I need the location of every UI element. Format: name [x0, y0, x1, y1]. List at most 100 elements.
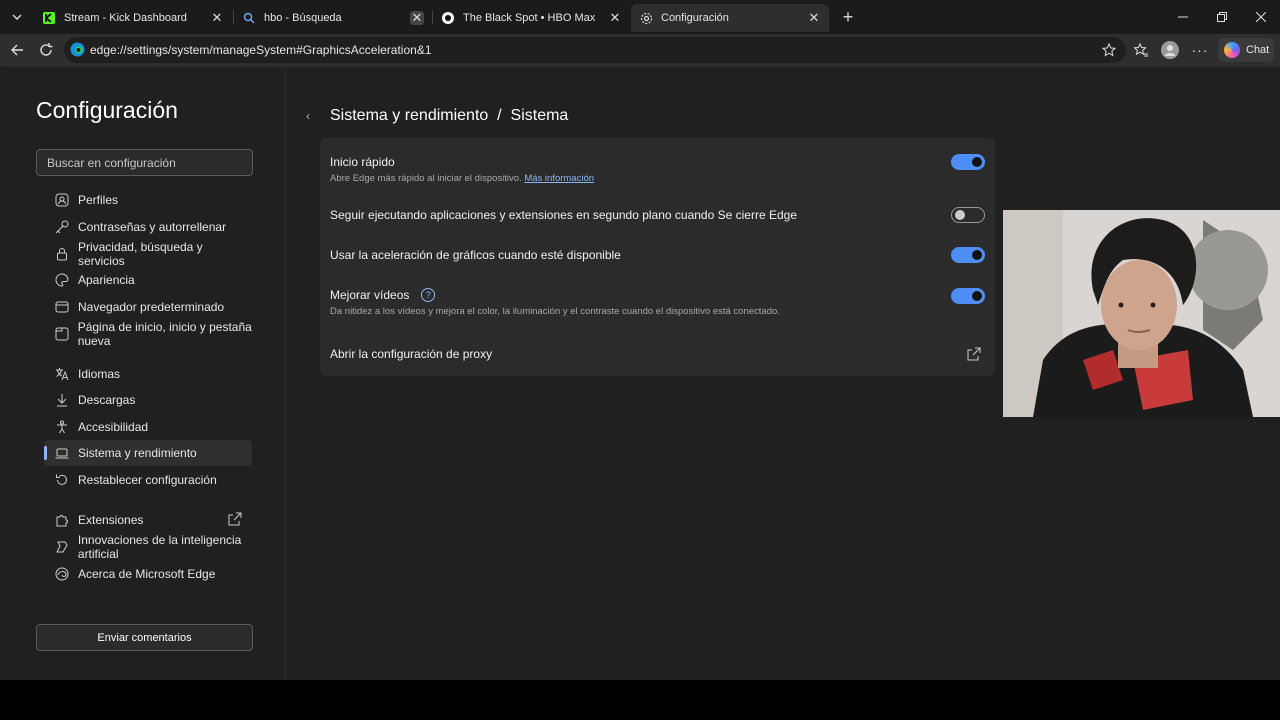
close-window-button[interactable]: [1250, 6, 1272, 28]
tab-kick[interactable]: Stream - Kick Dashboard ✕: [34, 4, 232, 32]
sidebar-item-start-home[interactable]: Página de inicio, inicio y pestaña nueva: [44, 320, 284, 348]
tab-hbo-max[interactable]: The Black Spot • HBO Max ✕: [433, 4, 630, 32]
back-button[interactable]: [7, 40, 27, 60]
close-tab-icon[interactable]: ✕: [210, 10, 224, 25]
setting-proxy[interactable]: Abrir la configuración de proxy: [330, 347, 985, 361]
profile-icon: [54, 192, 70, 208]
sidebar-item-downloads[interactable]: Descargas: [44, 387, 252, 413]
breadcrumb: ‹ Sistema y rendimiento / Sistema: [306, 107, 568, 125]
sidebar-item-extensions[interactable]: Extensiones: [44, 507, 252, 533]
download-icon: [54, 392, 70, 408]
tab-hbo-search[interactable]: hbo - Búsqueda ✕: [234, 4, 432, 32]
new-tab-button[interactable]: +: [838, 7, 858, 27]
url-text: edge://settings/system/manageSystem#Grap…: [90, 43, 432, 57]
sidebar-item-reset[interactable]: Restablecer configuración: [44, 467, 252, 493]
minimize-button[interactable]: [1172, 6, 1194, 28]
close-icon: [1256, 12, 1266, 22]
sidebar-item-label: Perfiles: [78, 193, 119, 207]
startup-boost-toggle[interactable]: [951, 154, 985, 170]
refresh-icon: [40, 43, 53, 56]
back-chevron-icon[interactable]: ‹: [306, 109, 320, 123]
sidebar-item-label: Innovaciones de la inteligencia artifici…: [77, 533, 242, 561]
sidebar-item-about[interactable]: Acerca de Microsoft Edge: [44, 561, 252, 587]
accessibility-icon: [54, 419, 70, 435]
language-icon: [54, 366, 70, 382]
setting-graphics-acceleration: Usar la aceleración de gráficos cuando e…: [330, 247, 985, 263]
setting-description: Abre Edge más rápido al iniciar el dispo…: [330, 173, 595, 184]
send-feedback-button[interactable]: Enviar comentarios: [36, 624, 253, 651]
reset-icon: [54, 472, 70, 488]
tab-title: Configuración: [661, 12, 729, 24]
sidebar-item-label: Privacidad, búsqueda y servicios: [77, 240, 203, 268]
close-tab-icon[interactable]: ✕: [410, 10, 424, 25]
sidebar-item-ai-innovations[interactable]: Innovaciones de la inteligencia artifici…: [44, 533, 284, 561]
sidebar-item-label: Apariencia: [78, 273, 135, 287]
copilot-icon: [1224, 42, 1240, 58]
toolbar: edge://settings/system/manageSystem#Grap…: [0, 34, 1280, 66]
page-title: Configuración: [36, 97, 178, 123]
sidebar-item-label: Descargas: [78, 393, 136, 407]
sidebar-item-label: Contraseñas y autorrellenar: [78, 220, 227, 234]
hbo-icon: [441, 11, 455, 25]
favorites-button[interactable]: [1131, 40, 1151, 60]
more-icon: ···: [1191, 42, 1209, 58]
copilot-chat-button[interactable]: Chat: [1218, 38, 1274, 62]
setting-label: Mejorar vídeos?: [330, 288, 985, 302]
close-tab-icon[interactable]: ✕: [807, 10, 821, 25]
external-link-icon[interactable]: [967, 347, 981, 361]
puzzle-icon: [54, 512, 70, 528]
sidebar-item-appearance[interactable]: Apariencia: [44, 267, 252, 293]
setting-background-apps: Seguir ejecutando aplicaciones y extensi…: [330, 207, 985, 223]
close-tab-icon[interactable]: ✕: [608, 10, 622, 25]
help-icon[interactable]: ?: [421, 288, 436, 302]
webcam-overlay: [1003, 210, 1280, 417]
edge-icon: [70, 42, 85, 57]
setting-description: Da nitidez a los vídeos y mejora el colo…: [330, 306, 780, 317]
refresh-button[interactable]: [36, 40, 56, 60]
tab-settings[interactable]: Configuración ✕: [631, 4, 829, 32]
setting-label: Inicio rápido: [330, 155, 395, 169]
favorite-star-icon[interactable]: [1100, 41, 1118, 59]
address-bar[interactable]: edge://settings/system/manageSystem#Grap…: [64, 37, 1126, 63]
profile-button[interactable]: [1160, 40, 1180, 60]
more-options-button[interactable]: ···: [1190, 40, 1210, 60]
chat-label: Chat: [1246, 44, 1270, 56]
sidebar-item-label: Restablecer configuración: [78, 473, 217, 487]
tab-title: The Black Spot • HBO Max: [463, 12, 596, 24]
sidebar-item-profiles[interactable]: Perfiles: [44, 187, 252, 213]
learn-more-link[interactable]: Más información: [524, 173, 594, 184]
tab-title: hbo - Búsqueda: [264, 12, 342, 24]
sidebar-item-languages[interactable]: Idiomas: [44, 361, 252, 387]
search-icon: [242, 11, 256, 25]
external-link-icon: [228, 512, 242, 526]
settings-search-input[interactable]: Buscar en configuración: [36, 149, 253, 176]
sidebar-item-default-browser[interactable]: Navegador predeterminado: [44, 294, 252, 320]
chevron-down-icon: [12, 14, 22, 20]
sidebar-item-accessibility[interactable]: Accesibilidad: [44, 414, 252, 440]
home-tab-icon: [54, 326, 70, 342]
system-settings-card: Inicio rápido Abre Edge más rápido al in…: [320, 138, 995, 376]
browser-window: Stream - Kick Dashboard ✕ hbo - Búsqueda…: [0, 0, 1280, 681]
sidebar-item-label: Sistema y rendimiento: [78, 446, 197, 460]
sidebar-item-passwords[interactable]: Contraseñas y autorrellenar: [44, 214, 252, 240]
arrow-left-icon: [11, 44, 23, 56]
sidebar-item-privacy[interactable]: Privacidad, búsqueda y servicios: [44, 240, 252, 268]
setting-enhance-videos: Mejorar vídeos? Da nitidez a los vídeos …: [330, 288, 985, 317]
restore-button[interactable]: [1211, 6, 1233, 28]
edge-icon: [54, 566, 70, 582]
graphics-acceleration-toggle[interactable]: [951, 247, 985, 263]
sidebar-item-system[interactable]: Sistema y rendimiento: [44, 440, 252, 466]
restore-icon: [1217, 12, 1227, 22]
avatar-icon: [1161, 41, 1179, 59]
gear-icon: [639, 11, 653, 25]
sidebar-item-label: Navegador predeterminado: [78, 300, 225, 314]
tab-actions-menu-button[interactable]: [6, 6, 28, 28]
background-apps-toggle[interactable]: [951, 207, 985, 223]
browser-icon: [54, 299, 70, 315]
minimize-icon: [1178, 16, 1188, 18]
setting-label: Abrir la configuración de proxy: [330, 347, 493, 361]
enhance-videos-toggle[interactable]: [951, 288, 985, 304]
sidebar-item-label: Idiomas: [78, 367, 121, 381]
sidebar-item-label: Extensiones: [78, 513, 144, 527]
tab-title: Stream - Kick Dashboard: [64, 12, 187, 24]
